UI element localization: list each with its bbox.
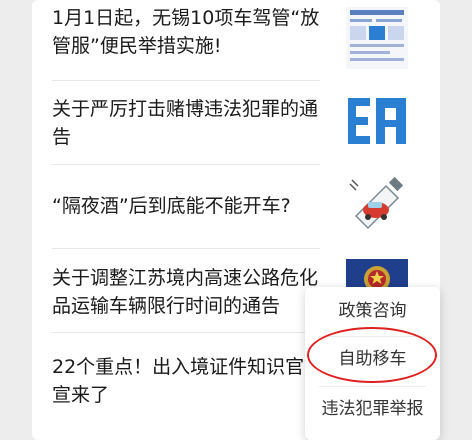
menu-item-policy-consult[interactable]: 政策咨询: [305, 299, 440, 323]
article-title[interactable]: “隔夜酒”后到底能不能开车?: [52, 192, 322, 220]
article-title[interactable]: 关于调整江苏境内高速公路危化品运输车辆限行时间的通告: [52, 264, 322, 320]
car-cartoon-thumbnail[interactable]: [346, 176, 408, 238]
menu-divider: [319, 386, 426, 387]
article-title[interactable]: 22个重点！出入境证件知识官宣来了: [52, 353, 322, 409]
menu-divider: [319, 336, 426, 337]
police-badge-thumbnail[interactable]: [346, 259, 408, 287]
article-title[interactable]: 关于严厉打击赌博违法犯罪的通告: [52, 95, 322, 151]
article-title[interactable]: 1月1日起，无锡10项车驾管“放管服”便民举措实施!: [52, 4, 322, 60]
doc-thumbnail[interactable]: [346, 7, 408, 69]
notice-thumbnail[interactable]: [346, 90, 408, 152]
menu-item-report-crime[interactable]: 违法犯罪举报: [305, 397, 440, 421]
service-popup-menu: 政策咨询 自助移车 违法犯罪举报: [305, 287, 440, 440]
menu-item-self-move-car[interactable]: 自助移车: [305, 347, 440, 371]
